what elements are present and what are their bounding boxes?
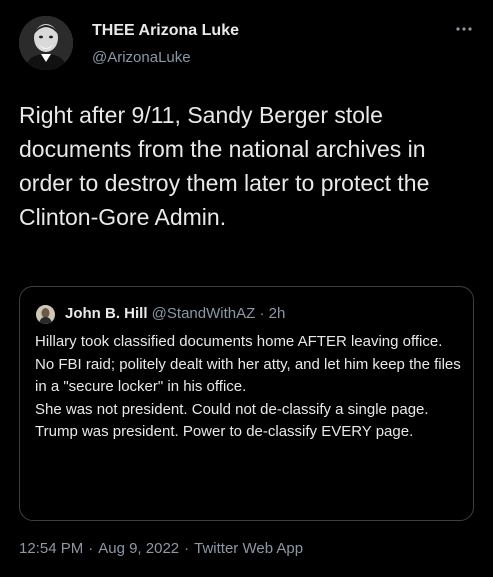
quoted-author-avatar[interactable] [36, 305, 55, 324]
quoted-tweet-text: Hillary took classified documents home A… [35, 331, 465, 444]
quoted-tweet[interactable]: John B. Hill @StandWithAZ · 2h Hillary t… [19, 286, 474, 521]
quoted-tweet-header: John B. Hill @StandWithAZ · 2h [65, 305, 285, 322]
tweet-source[interactable]: Twitter Web App [194, 540, 303, 557]
quoted-separator: · [259, 305, 265, 322]
quoted-timestamp[interactable]: 2h [269, 305, 286, 322]
quoted-paragraph: She was not president. Could not de-clas… [35, 400, 429, 441]
tweet-text: Right after 9/11, Sandy Berger stole doc… [19, 102, 430, 230]
more-options-icon[interactable] [455, 22, 473, 34]
footer-separator: · [184, 540, 190, 557]
quoted-author-name[interactable]: John B. Hill [65, 305, 148, 322]
author-avatar[interactable] [19, 16, 73, 70]
tweet-footer: 12:54 PM · Aug 9, 2022 · Twitter Web App [19, 540, 303, 557]
user-avatar-icon [19, 16, 73, 70]
tweet-date[interactable]: Aug 9, 2022 [98, 540, 179, 557]
tweet-card: THEE Arizona Luke @ArizonaLuke Right aft… [0, 0, 493, 577]
footer-separator: · [88, 540, 94, 557]
quoted-paragraph: Hillary took classified documents home A… [35, 333, 461, 395]
author-handle[interactable]: @ArizonaLuke [92, 49, 191, 66]
quoted-user-avatar-icon [36, 305, 55, 324]
tweet-time[interactable]: 12:54 PM [19, 540, 83, 557]
quoted-author-handle[interactable]: @StandWithAZ [152, 305, 256, 322]
author-display-name[interactable]: THEE Arizona Luke [92, 22, 239, 40]
